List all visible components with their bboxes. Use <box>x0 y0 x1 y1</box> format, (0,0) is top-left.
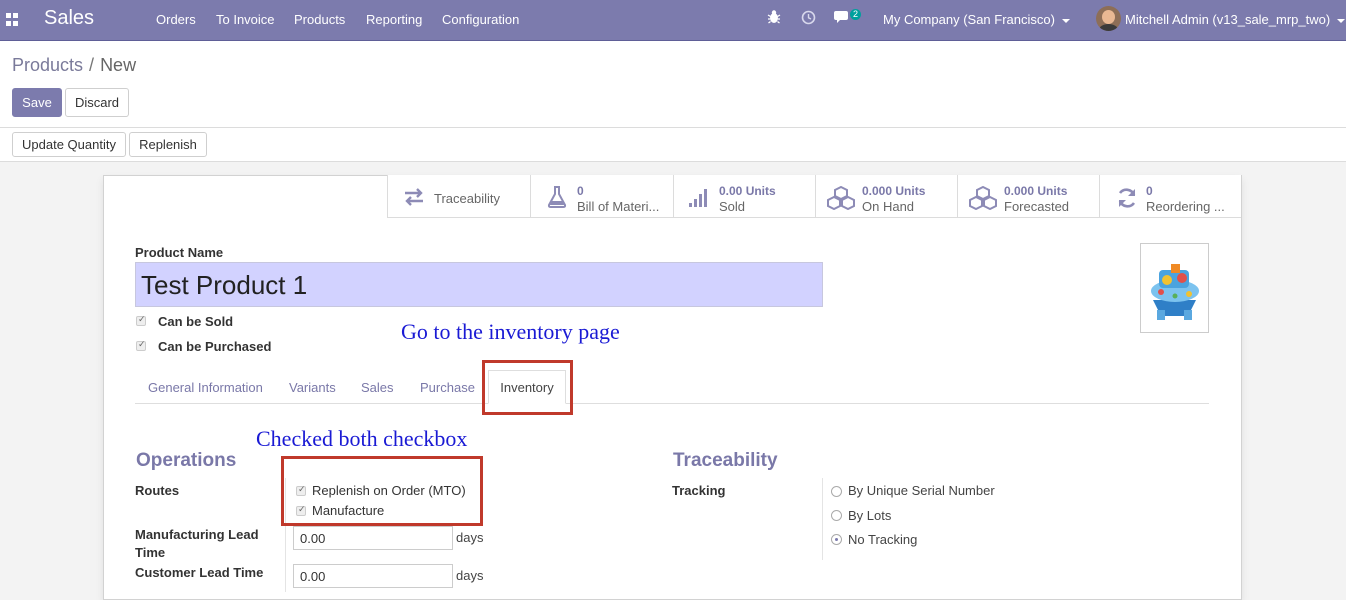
bar-chart-icon <box>688 188 710 211</box>
refresh-icon <box>1116 187 1138 212</box>
bom-smart-button[interactable]: 0 Bill of Materi... <box>530 175 673 218</box>
cubes-icon <box>827 185 855 213</box>
app-name[interactable]: Sales <box>44 7 94 30</box>
product-name-label: Product Name <box>135 245 224 260</box>
can-be-sold-checkbox[interactable] <box>136 314 146 326</box>
tracking-none-radio[interactable] <box>831 534 842 545</box>
smart-button-value: 0.000 Units <box>862 184 926 198</box>
smart-button-label: Traceability <box>434 191 500 206</box>
annotation-checkbox-box <box>281 456 483 526</box>
discard-button[interactable]: Discard <box>65 88 129 117</box>
product-name-input[interactable]: Test Product 1 <box>135 262 823 307</box>
operations-title: Operations <box>136 450 237 471</box>
tracking-serial-label: By Unique Serial Number <box>848 483 995 498</box>
user-menu[interactable]: Mitchell Admin (v13_sale_mrp_two) <box>1125 12 1346 27</box>
smart-button-value: 0 <box>1146 184 1153 198</box>
customer-lead-label: Customer Lead Time <box>135 565 264 580</box>
traceability-title: Traceability <box>673 450 778 471</box>
traceability-smart-button[interactable]: Traceability <box>387 175 530 218</box>
annotation-checkbox-hint: Checked both checkbox <box>256 426 468 451</box>
user-name: Mitchell Admin (v13_sale_mrp_two) <box>1125 12 1331 27</box>
chevron-down-icon <box>1061 18 1070 23</box>
breadcrumb-products[interactable]: Products <box>12 55 83 75</box>
smart-button-label: Bill of Materi... <box>577 199 660 214</box>
bug-icon[interactable] <box>767 9 781 28</box>
smart-button-label: Reordering ... <box>1146 199 1225 214</box>
tab-purchase[interactable]: Purchase <box>420 380 475 395</box>
sold-smart-button[interactable]: 0.00 Units Sold <box>673 175 815 218</box>
routes-label: Routes <box>135 483 180 498</box>
can-be-purchased-label: Can be Purchased <box>158 339 272 354</box>
tracking-lots-radio[interactable] <box>831 510 842 521</box>
manufacturing-lead-unit: days <box>456 530 484 545</box>
company-name: My Company (San Francisco) <box>883 12 1055 27</box>
smart-button-value: 0.00 Units <box>719 184 776 198</box>
smart-button-label: Sold <box>719 199 746 214</box>
annotation-inventory-hint: Go to the inventory page <box>401 319 620 344</box>
replenish-button[interactable]: Replenish <box>129 132 207 157</box>
breadcrumb-separator: / <box>89 55 95 75</box>
tab-variants[interactable]: Variants <box>289 380 336 395</box>
annotation-inventory-box <box>482 360 573 415</box>
save-button[interactable]: Save <box>12 88 62 117</box>
menu-products[interactable]: Products <box>294 12 345 27</box>
smart-button-value: 0.000 Units <box>1004 184 1068 198</box>
control-panel-divider <box>0 127 1346 128</box>
tracking-label: Tracking <box>672 483 726 498</box>
clock-icon[interactable] <box>801 10 816 28</box>
chevron-down-icon <box>1337 18 1346 23</box>
update-quantity-button[interactable]: Update Quantity <box>12 132 126 157</box>
menu-orders[interactable]: Orders <box>156 12 196 27</box>
apps-grid-icon[interactable] <box>6 13 19 26</box>
can-be-purchased-checkbox[interactable] <box>136 339 146 351</box>
tracking-lots-label: By Lots <box>848 508 892 523</box>
breadcrumb-current: New <box>100 55 137 75</box>
smart-button-label: On Hand <box>862 199 915 214</box>
top-navbar: Sales Orders To Invoice Products Reporti… <box>0 0 1346 41</box>
tracking-serial-radio[interactable] <box>831 486 842 497</box>
avatar[interactable] <box>1096 6 1121 31</box>
reordering-smart-button[interactable]: 0 Reordering ... <box>1099 175 1241 218</box>
tabs-divider <box>135 403 1209 404</box>
smart-button-value: 0 <box>577 184 584 198</box>
arrows-exchange-icon <box>403 188 425 209</box>
form-sheet <box>103 175 1242 600</box>
customer-lead-input[interactable]: 0.00 <box>293 564 453 588</box>
tab-general-information[interactable]: General Information <box>148 380 263 395</box>
flask-icon <box>547 186 567 211</box>
menu-to-invoice[interactable]: To Invoice <box>216 12 275 27</box>
on-hand-smart-button[interactable]: 0.000 Units On Hand <box>815 175 957 218</box>
customer-lead-unit: days <box>456 568 484 583</box>
tracking-none-label: No Tracking <box>848 532 918 547</box>
product-image[interactable] <box>1140 243 1209 333</box>
manufacturing-lead-label-line2: Time <box>135 545 166 560</box>
smart-button-label: Forecasted <box>1004 199 1070 214</box>
tab-sales[interactable]: Sales <box>361 380 394 395</box>
breadcrumb: Products / New <box>12 55 136 76</box>
forecasted-smart-button[interactable]: 0.000 Units Forecasted <box>957 175 1099 218</box>
manufacturing-lead-label-line1: Manufacturing Lead <box>135 527 259 542</box>
can-be-sold-label: Can be Sold <box>158 314 234 329</box>
field-divider <box>822 478 823 560</box>
cubes-icon <box>969 185 997 213</box>
menu-configuration[interactable]: Configuration <box>442 12 519 27</box>
company-switcher[interactable]: My Company (San Francisco) <box>883 12 1070 27</box>
chat-count-badge: 2 <box>850 9 862 20</box>
manufacturing-lead-input[interactable]: 0.00 <box>293 526 453 550</box>
menu-reporting[interactable]: Reporting <box>366 12 422 27</box>
chat-icon[interactable] <box>834 10 851 28</box>
